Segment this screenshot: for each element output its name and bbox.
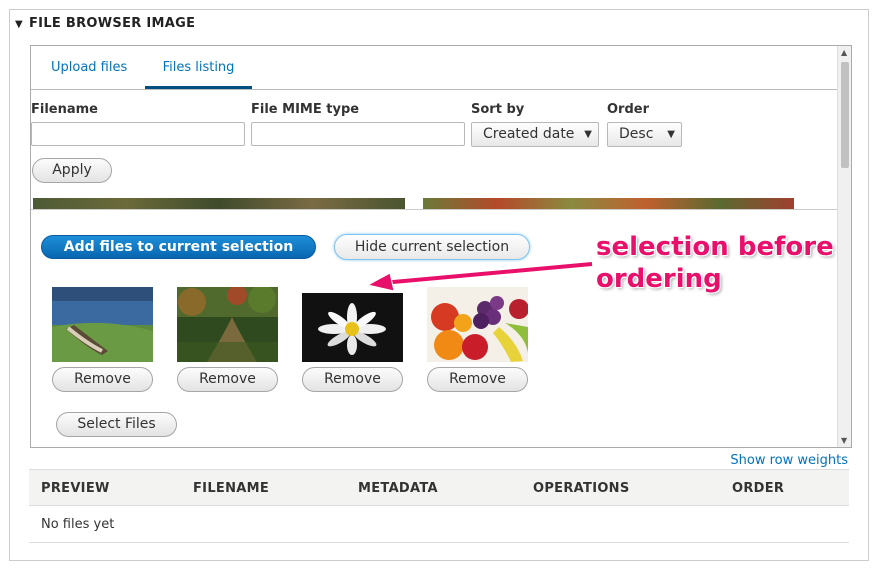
fruit-basket-image[interactable] bbox=[427, 287, 528, 362]
remove-button[interactable]: Remove bbox=[52, 367, 153, 392]
column-header-operations: OPERATIONS bbox=[533, 481, 630, 496]
annotation-callout: selection before ordering bbox=[596, 231, 834, 295]
forest-path-image[interactable] bbox=[177, 287, 278, 362]
table-row: No files yet bbox=[29, 506, 849, 543]
rowboat-lake-image[interactable] bbox=[52, 287, 153, 362]
remove-button[interactable]: Remove bbox=[177, 367, 278, 392]
dropdown-arrow-icon: ▼ bbox=[667, 129, 675, 140]
filename-label: Filename bbox=[31, 102, 98, 117]
filename-input[interactable] bbox=[31, 122, 245, 146]
scrollbar[interactable]: ▲ ▼ bbox=[837, 46, 851, 447]
column-header-order: ORDER bbox=[732, 481, 785, 496]
tab-files-listing[interactable]: Files listing bbox=[145, 60, 252, 89]
remove-button[interactable]: Remove bbox=[427, 367, 528, 392]
tab-bar: Upload files Files listing bbox=[31, 46, 837, 90]
table-header: PREVIEW FILENAME METADATA OPERATIONS ORD… bbox=[29, 469, 849, 506]
mime-type-input[interactable] bbox=[251, 122, 465, 146]
select-files-button[interactable]: Select Files bbox=[56, 412, 177, 437]
column-header-metadata: METADATA bbox=[358, 481, 438, 496]
annotation-line-2: ordering bbox=[596, 264, 722, 294]
show-row-weights-link[interactable]: Show row weights bbox=[730, 453, 848, 468]
order-select[interactable]: Desc ▼ bbox=[607, 122, 682, 147]
annotation-line-1: selection before bbox=[596, 232, 834, 262]
mime-type-label: File MIME type bbox=[251, 102, 360, 117]
scroll-down-arrow-icon[interactable]: ▼ bbox=[841, 436, 847, 445]
tab-upload-files[interactable]: Upload files bbox=[51, 60, 127, 87]
triangle-down-icon: ▼ bbox=[15, 19, 23, 30]
sort-by-label: Sort by bbox=[471, 102, 525, 117]
order-value: Desc bbox=[619, 126, 654, 142]
sort-by-value: Created date bbox=[483, 126, 575, 142]
empty-table-message: No files yet bbox=[41, 517, 115, 532]
annotation-arrow-icon bbox=[366, 261, 593, 292]
scrollbar-thumb[interactable] bbox=[841, 62, 849, 168]
fieldset-legend[interactable]: ▼ FILE BROWSER IMAGE bbox=[15, 16, 195, 31]
daisy-flower-image[interactable] bbox=[302, 293, 403, 362]
order-label: Order bbox=[607, 102, 649, 117]
dropdown-arrow-icon: ▼ bbox=[584, 129, 592, 140]
column-header-preview: PREVIEW bbox=[41, 481, 110, 496]
fieldset-title: FILE BROWSER IMAGE bbox=[29, 16, 196, 31]
remove-button[interactable]: Remove bbox=[302, 367, 403, 392]
column-header-filename: FILENAME bbox=[193, 481, 270, 496]
sort-by-select[interactable]: Created date ▼ bbox=[471, 122, 599, 147]
add-to-selection-button[interactable]: Add files to current selection bbox=[41, 235, 316, 259]
scroll-up-arrow-icon[interactable]: ▲ bbox=[841, 48, 847, 57]
apply-button[interactable]: Apply bbox=[32, 158, 112, 183]
